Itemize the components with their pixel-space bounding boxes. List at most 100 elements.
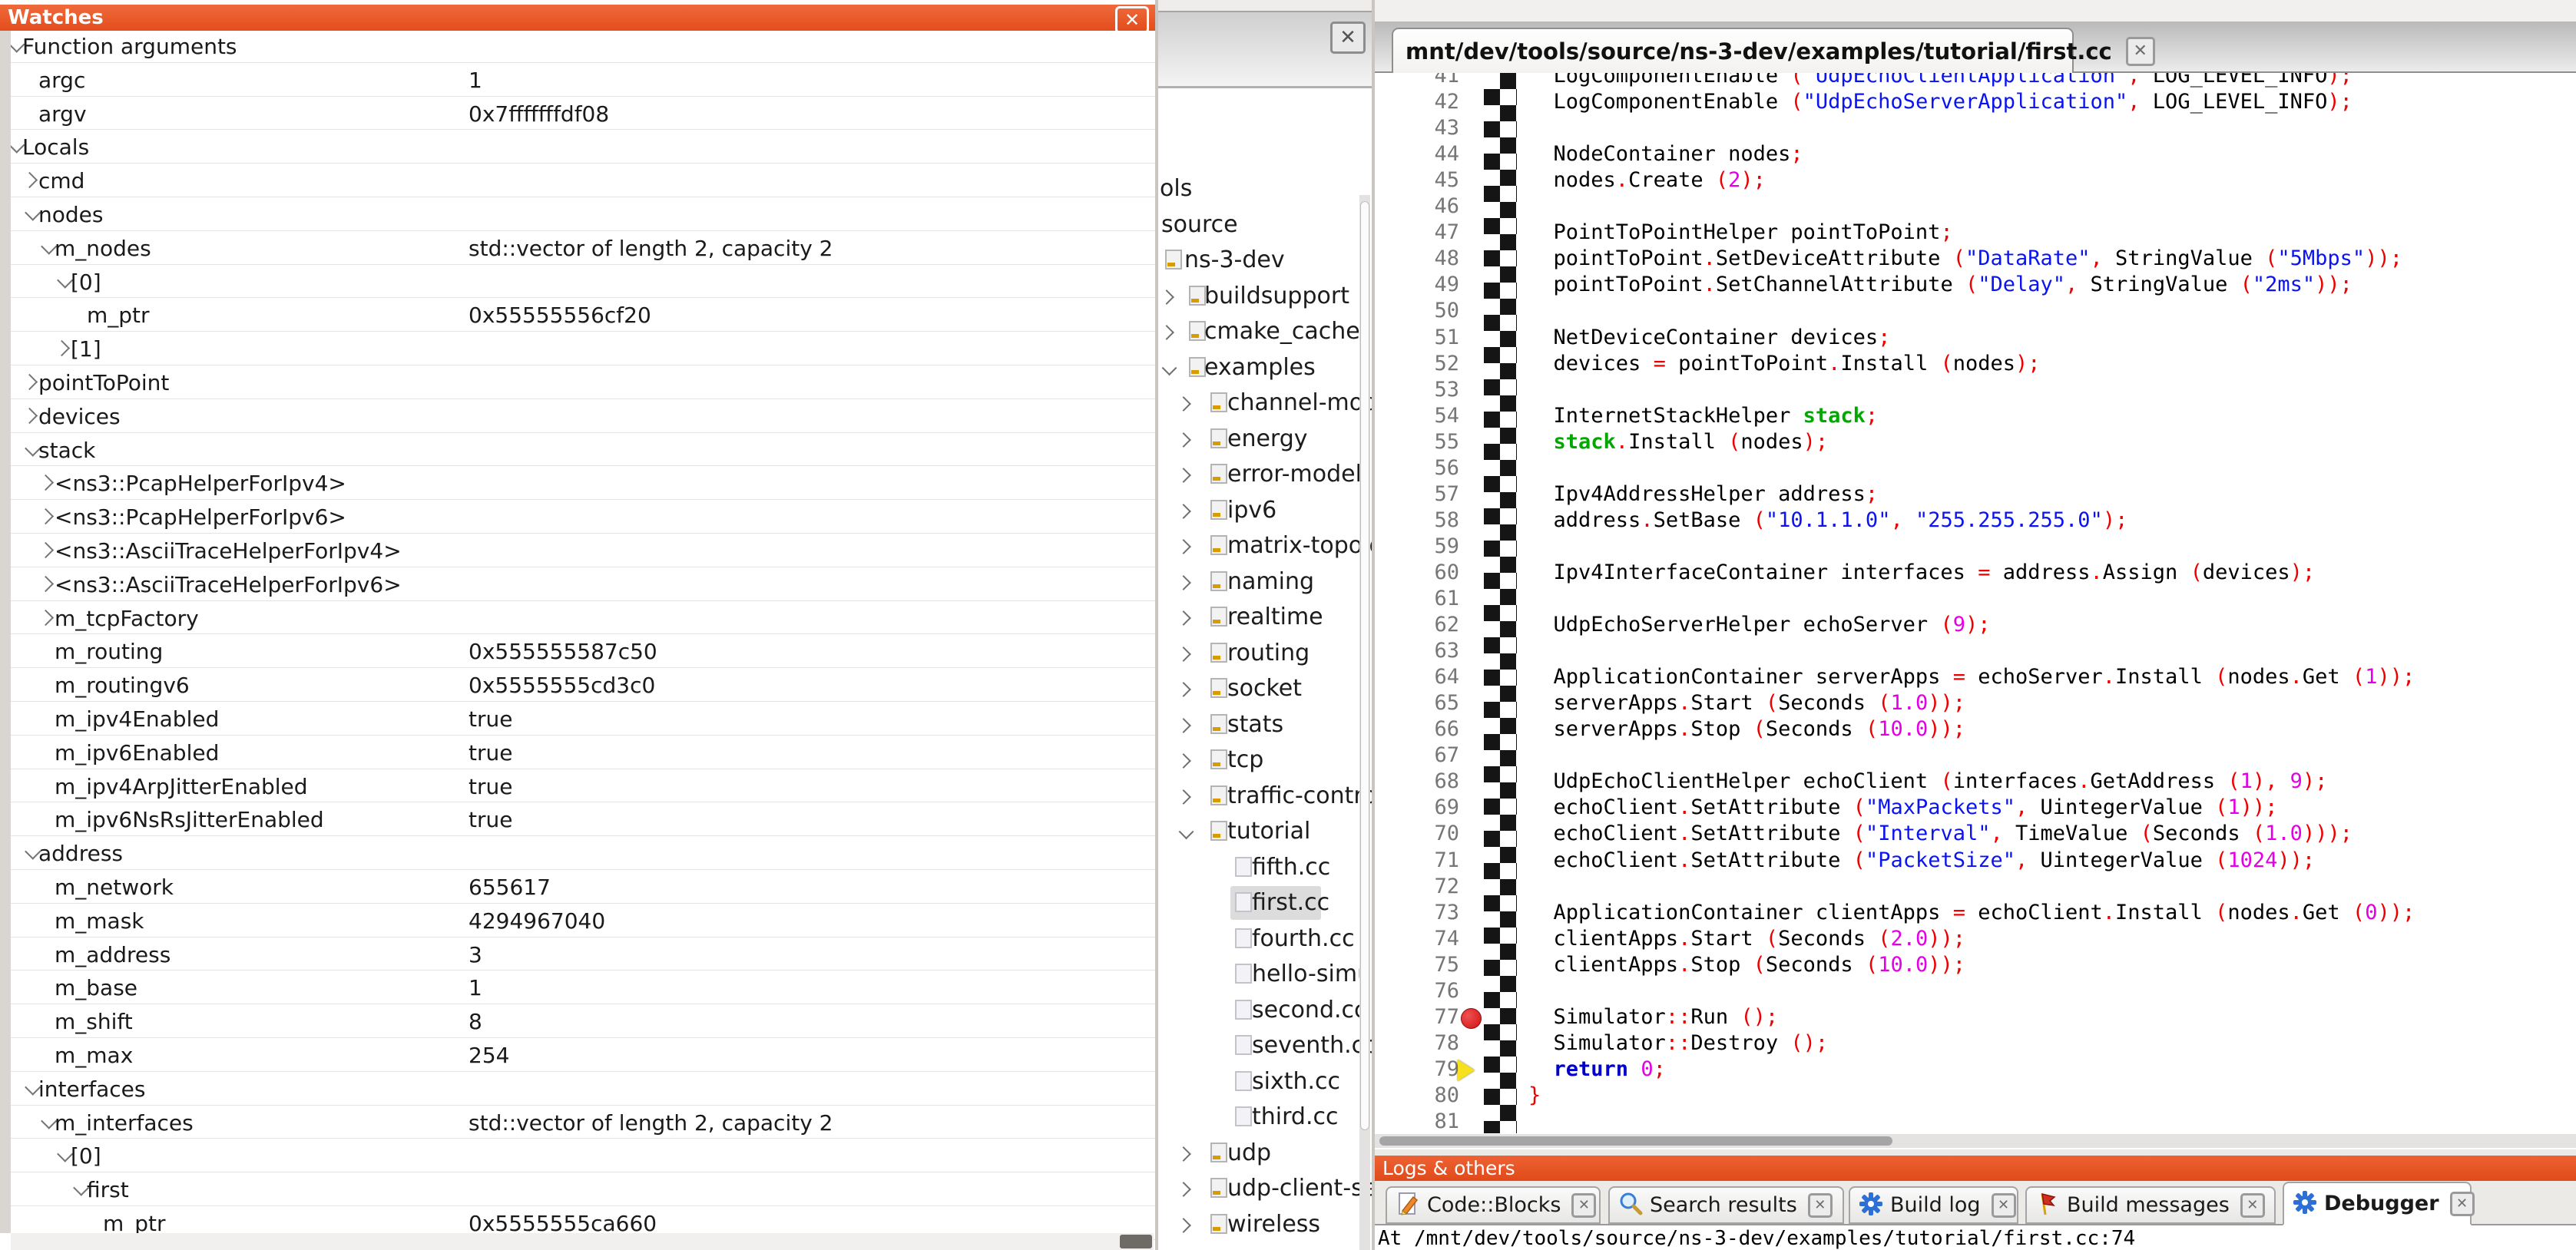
tree-item-source[interactable]: source [1158,208,1372,243]
line-number[interactable]: 41 [1375,73,1459,90]
tree-item-routing[interactable]: routing [1158,637,1372,672]
logs-tab-build-messages[interactable]: Build messages✕ [2025,1186,2276,1224]
line-number[interactable]: 68 [1375,769,1459,795]
line-number[interactable]: 65 [1375,691,1459,717]
watch-row[interactable]: m_routingv60x5555555cd3c0 [11,668,1155,702]
line-number[interactable]: 67 [1375,743,1459,769]
watch-row[interactable]: interfaces [11,1072,1155,1106]
chevron-right-icon[interactable] [38,576,54,592]
watch-row[interactable]: m_ipv4ArpJitterEnabledtrue [11,769,1155,803]
watch-row[interactable]: [0] [11,1139,1155,1172]
watch-row[interactable]: m_routing0x555555587c50 [11,634,1155,668]
chevron-down-icon[interactable] [1179,824,1194,839]
tree-item-traffic-contro[interactable]: traffic-contro [1158,779,1372,815]
line-number[interactable]: 55 [1375,430,1459,456]
line-number[interactable]: 70 [1375,822,1459,848]
watch-row[interactable]: m_ipv4Enabledtrue [11,702,1155,736]
tree-item-matrix-topolo[interactable]: matrix-topolo [1158,529,1372,564]
code-line[interactable]: echoClient.SetAttribute ("Interval", Tim… [1528,822,2353,848]
tree-item-stats[interactable]: stats [1158,708,1372,743]
line-number[interactable]: 64 [1375,665,1459,691]
code-line[interactable]: Simulator::Destroy (); [1528,1031,1828,1057]
line-number[interactable]: 76 [1375,979,1459,1005]
watch-row[interactable]: stack [11,433,1155,467]
line-number[interactable]: 69 [1375,795,1459,822]
watch-row[interactable]: first [11,1172,1155,1206]
chevron-right-icon[interactable] [1176,753,1191,769]
code-line[interactable]: } [1528,1083,1541,1109]
code-line[interactable]: LogComponentEnable ("UdpEchoServerApplic… [1528,90,2353,116]
watch-row[interactable]: address [11,836,1155,870]
tree-item-error-model[interactable]: error-model [1158,458,1372,493]
code-line[interactable]: Simulator::Run (); [1528,1005,1778,1031]
watch-row[interactable]: pointToPoint [11,365,1155,399]
watch-row[interactable]: devices [11,399,1155,433]
code-line[interactable]: clientApps.Stop (Seconds (10.0)); [1528,953,1965,979]
line-number[interactable]: 74 [1375,927,1459,953]
line-number[interactable]: 47 [1375,220,1459,246]
watch-row[interactable]: m_mask4294967040 [11,904,1155,938]
line-number[interactable]: 58 [1375,508,1459,534]
watch-row[interactable]: m_tcpFactory [11,601,1155,635]
chevron-right-icon[interactable] [1176,789,1191,805]
chevron-right-icon[interactable] [38,508,54,524]
code-line[interactable]: NetDeviceContainer devices; [1528,326,1890,352]
tree-item-cmake-cache[interactable]: cmake_cache [1158,315,1372,350]
watch-row[interactable]: argc1 [11,63,1155,97]
logs-tab-build-log[interactable]: Build log✕ [1849,1186,2018,1224]
close-icon[interactable]: ✕ [2450,1192,2475,1216]
code-line[interactable]: InternetStackHelper stack; [1528,404,1878,430]
code-line[interactable]: NodeContainer nodes; [1528,142,1803,168]
tree-item-seventh-cc[interactable]: seventh.cc [1158,1029,1372,1064]
editor-horizontal-scrollbar[interactable] [1375,1134,2576,1148]
close-icon[interactable]: ✕ [2240,1193,2265,1218]
chevron-right-icon[interactable] [1176,504,1191,519]
tree-item-first-cc[interactable]: first.cc [1158,886,1372,921]
code-line[interactable]: serverApps.Start (Seconds (1.0)); [1528,691,1965,717]
line-number[interactable]: 44 [1375,142,1459,168]
line-number[interactable]: 75 [1375,953,1459,979]
watch-row[interactable]: <ns3::AsciiTraceHelperForIpv4> [11,534,1155,567]
tree-item-ipv6[interactable]: ipv6 [1158,494,1372,529]
code-line[interactable]: pointToPoint.SetDeviceAttribute ("DataRa… [1528,246,2402,273]
chevron-right-icon[interactable] [1176,718,1191,733]
watch-row[interactable]: m_ptr0x55555556cf20 [11,298,1155,332]
line-number[interactable]: 80 [1375,1083,1459,1109]
chevron-right-icon[interactable] [1176,682,1191,697]
close-icon[interactable]: ✕ [1115,6,1149,34]
code-line[interactable]: stack.Install (nodes); [1528,430,1828,456]
editor-tab-first-cc[interactable]: mnt/dev/tools/source/ns-3-dev/examples/t… [1392,28,2074,73]
tree-item-third-cc[interactable]: third.cc [1158,1100,1372,1136]
chevron-right-icon[interactable] [1176,468,1191,483]
close-icon[interactable]: ✕ [2126,37,2155,66]
close-icon[interactable]: ✕ [1992,1193,2016,1218]
watch-row[interactable]: m_max254 [11,1038,1155,1072]
tree-item-sixth-cc[interactable]: sixth.cc [1158,1065,1372,1100]
chevron-right-icon[interactable] [38,475,54,491]
chevron-right-icon[interactable] [1176,396,1191,412]
tree-item-wireless[interactable]: wireless [1158,1208,1372,1243]
tree-item-buildsupport[interactable]: buildsupport [1158,279,1372,315]
tree-item-udp[interactable]: udp [1158,1136,1372,1172]
line-number[interactable]: 66 [1375,717,1459,743]
tree-item-channel-mod[interactable]: channel-mod [1158,386,1372,422]
chevron-right-icon[interactable] [1176,575,1191,590]
line-number[interactable]: 57 [1375,482,1459,508]
chevron-right-icon[interactable] [38,542,54,558]
tree-vertical-scrollbar[interactable] [1359,195,1370,1250]
code-line[interactable]: clientApps.Start (Seconds (2.0)); [1528,927,1965,953]
code-line[interactable]: pointToPoint.SetChannelAttribute ("Delay… [1528,273,2353,299]
watch-row[interactable]: m_interfacesstd::vector of length 2, cap… [11,1106,1155,1139]
watch-row[interactable]: [1] [11,332,1155,365]
logs-tab-debugger[interactable]: Debugger✕ [2283,1182,2472,1225]
tree-item-naming[interactable]: naming [1158,565,1372,600]
tree-item-second-cc[interactable]: second.cc [1158,994,1372,1029]
line-number[interactable]: 77 [1375,1005,1459,1031]
line-number[interactable]: 59 [1375,534,1459,561]
scrollbar-thumb[interactable] [1379,1136,1892,1146]
code-line[interactable]: UdpEchoClientHelper echoClient (interfac… [1528,769,2327,795]
watch-row[interactable]: nodes [11,197,1155,231]
chevron-right-icon[interactable] [1176,1146,1191,1162]
code-line[interactable]: PointToPointHelper pointToPoint; [1528,220,1953,246]
line-number[interactable]: 54 [1375,404,1459,430]
